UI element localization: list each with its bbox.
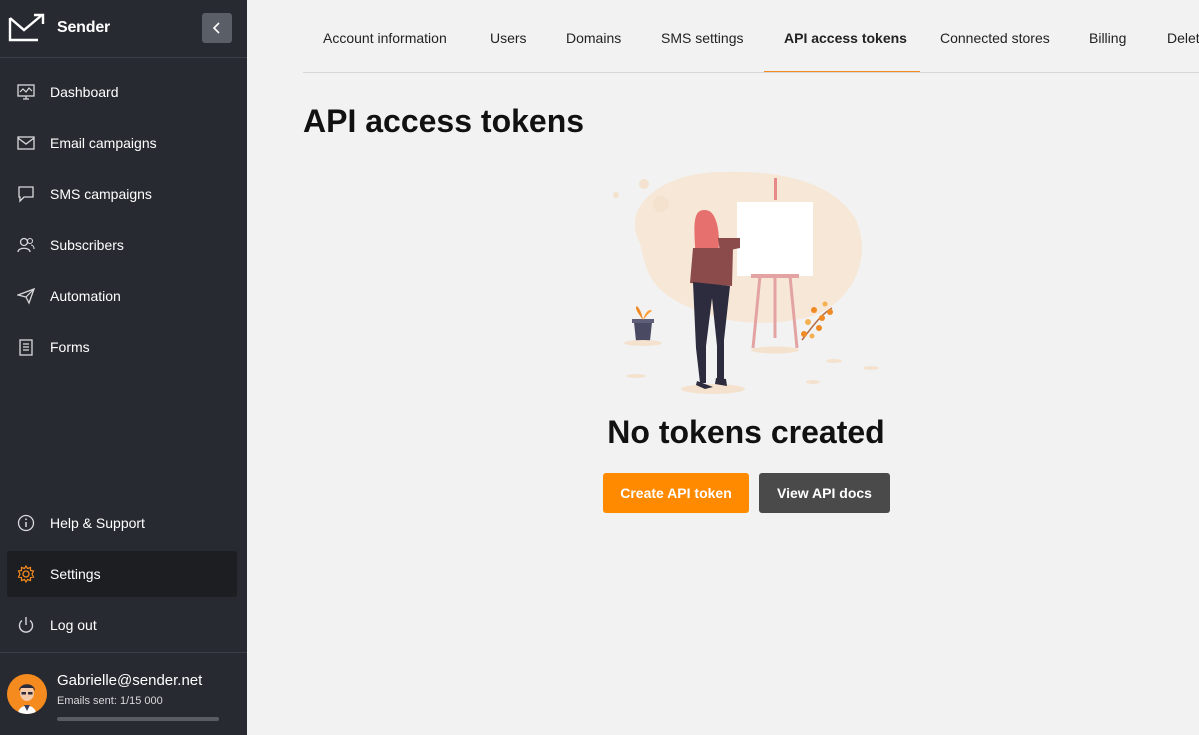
empty-state-title: No tokens created bbox=[607, 414, 885, 450]
sidebar-item-label: Automation bbox=[50, 288, 121, 304]
brand-header: Sender bbox=[0, 0, 247, 58]
tab-label: API access tokens bbox=[784, 30, 907, 46]
power-icon bbox=[17, 616, 35, 634]
tab-label: SMS settings bbox=[661, 30, 744, 46]
gear-icon bbox=[17, 565, 35, 583]
tab-users[interactable]: Users bbox=[490, 0, 527, 72]
tab-label: Domains bbox=[566, 30, 622, 46]
users-icon bbox=[17, 236, 35, 254]
sidebar: Sender Dashboard Email campaigns SMS cam… bbox=[0, 0, 247, 735]
sidebar-item-label: Help & Support bbox=[50, 515, 145, 531]
user-account-block[interactable]: Gabrielle@sender.net Emails sent: 1/15 0… bbox=[0, 652, 247, 735]
emails-sent-label: Emails sent: 1/15 000 bbox=[57, 695, 163, 707]
active-tab-indicator bbox=[764, 71, 920, 72]
settings-tabs: Account information Users Domains SMS se… bbox=[303, 0, 1199, 73]
page-title: API access tokens bbox=[303, 103, 585, 139]
sidebar-item-subscribers[interactable]: Subscribers bbox=[7, 222, 237, 268]
sidebar-item-forms[interactable]: Forms bbox=[7, 324, 237, 370]
tab-label: Users bbox=[490, 30, 527, 46]
tab-label: Connected stores bbox=[940, 30, 1050, 46]
sidebar-item-label: Dashboard bbox=[50, 84, 119, 100]
brand-name: Sender bbox=[57, 19, 111, 36]
sidebar-item-email-campaigns[interactable]: Email campaigns bbox=[7, 120, 237, 166]
sidebar-item-label: SMS campaigns bbox=[50, 186, 152, 202]
view-api-docs-button[interactable]: View API docs bbox=[759, 473, 890, 513]
emails-sent-progress-bar bbox=[57, 717, 219, 721]
create-api-token-button[interactable]: Create API token bbox=[603, 473, 749, 513]
user-email: Gabrielle@sender.net bbox=[57, 672, 203, 689]
sidebar-item-label: Subscribers bbox=[50, 237, 124, 253]
tab-domains[interactable]: Domains bbox=[566, 0, 622, 72]
clipboard-icon bbox=[17, 338, 35, 356]
sidebar-item-label: Settings bbox=[50, 566, 101, 582]
sidebar-item-sms-campaigns[interactable]: SMS campaigns bbox=[7, 171, 237, 217]
sidebar-item-log-out[interactable]: Log out bbox=[7, 602, 237, 648]
tab-connected-stores[interactable]: Connected stores bbox=[940, 0, 1050, 72]
tab-account-information[interactable]: Account information bbox=[323, 0, 450, 72]
envelope-icon bbox=[17, 134, 35, 152]
paper-plane-icon bbox=[17, 287, 35, 305]
tab-api-access-tokens[interactable]: API access tokens bbox=[764, 0, 920, 72]
tab-label: Billing bbox=[1089, 30, 1127, 46]
collapse-sidebar-button[interactable] bbox=[202, 13, 232, 43]
tab-sms-settings[interactable]: SMS settings bbox=[661, 0, 744, 72]
sidebar-item-label: Forms bbox=[50, 339, 90, 355]
chat-bubble-icon bbox=[17, 185, 35, 203]
sidebar-item-label: Email campaigns bbox=[50, 135, 157, 151]
tab-billing[interactable]: Billing bbox=[1089, 0, 1129, 72]
monitor-icon bbox=[17, 83, 35, 101]
tab-delete[interactable]: Delete bbox=[1167, 0, 1199, 72]
chevron-left-icon bbox=[212, 22, 220, 34]
tab-label: Delete bbox=[1167, 30, 1199, 46]
sidebar-item-automation[interactable]: Automation bbox=[7, 273, 237, 319]
sidebar-item-settings[interactable]: Settings bbox=[7, 551, 237, 597]
sidebar-item-help-support[interactable]: Help & Support bbox=[7, 500, 237, 546]
tab-label: Account information bbox=[323, 30, 447, 46]
sidebar-item-dashboard[interactable]: Dashboard bbox=[7, 69, 237, 115]
avatar[interactable] bbox=[7, 674, 47, 714]
sender-logo-icon[interactable] bbox=[8, 12, 48, 42]
info-icon bbox=[17, 514, 35, 532]
sidebar-item-label: Log out bbox=[50, 617, 97, 633]
empty-state-illustration bbox=[613, 171, 879, 394]
